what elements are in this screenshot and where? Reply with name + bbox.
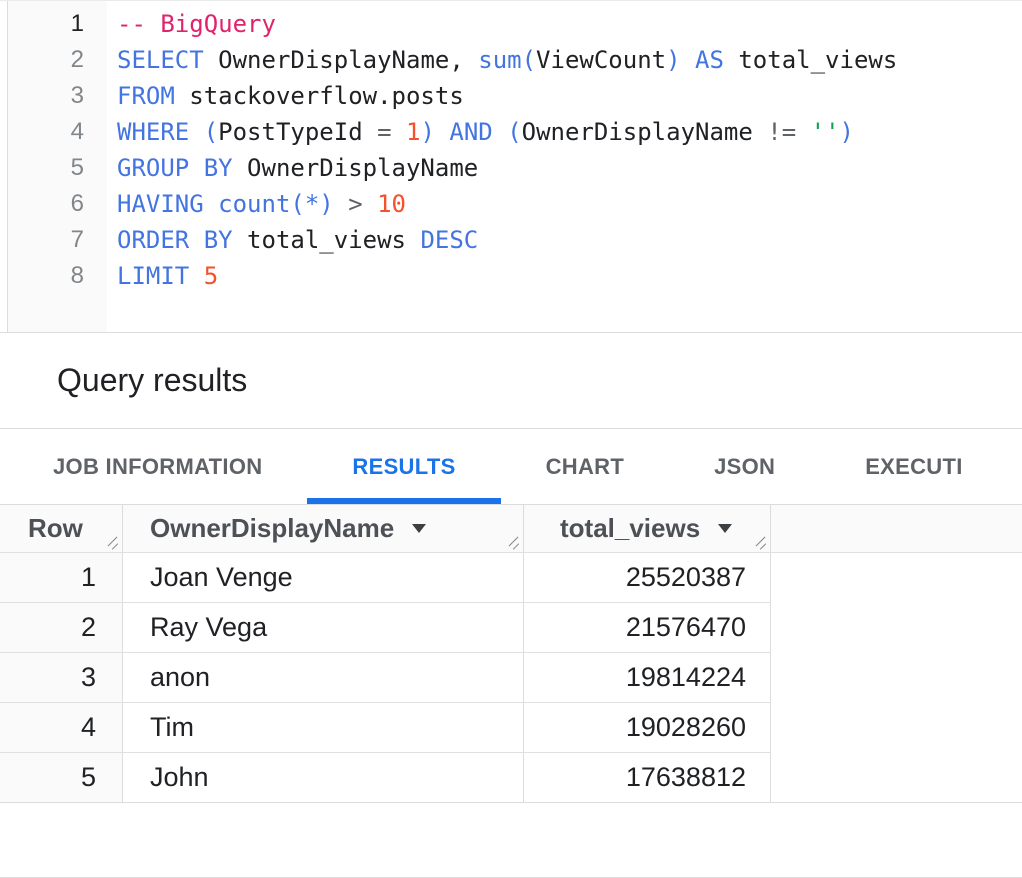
code-line[interactable]: WHERE (PostTypeId = 1) AND (OwnerDisplay… [117, 114, 1022, 150]
table-body: 1Joan Venge255203872Ray Vega215764703ano… [0, 553, 1022, 803]
table-row: 2Ray Vega21576470 [0, 603, 771, 653]
line-number: 8 [8, 258, 107, 294]
line-number: 1 [8, 6, 107, 42]
code-line[interactable]: HAVING count(*) > 10 [117, 186, 1022, 222]
column-label: total_views [560, 513, 700, 544]
active-tab-indicator [307, 498, 500, 504]
column-label: OwnerDisplayName [150, 513, 394, 544]
line-number: 5 [8, 150, 107, 186]
owner-display-name-cell: Tim [123, 703, 524, 752]
column-resize-handle-icon[interactable] [104, 534, 119, 549]
results-empty-area [0, 803, 1022, 877]
row-index-cell: 3 [0, 653, 123, 702]
column-resize-handle-icon[interactable] [752, 534, 767, 549]
tab-chart[interactable]: CHART [501, 429, 670, 504]
owner-display-name-cell: John [123, 753, 524, 802]
table-header: Row OwnerDisplayName total_views [0, 505, 1022, 553]
query-results-header: Query results [0, 333, 1022, 429]
line-number: 2 [8, 42, 107, 78]
column-header-total-views: total_views [524, 505, 771, 552]
code-line[interactable]: SELECT OwnerDisplayName, sum(ViewCount) … [117, 42, 1022, 78]
tab-json[interactable]: JSON [669, 429, 820, 504]
total-views-cell: 17638812 [524, 753, 771, 802]
line-number: 7 [8, 222, 107, 258]
column-dropdown-icon[interactable] [412, 524, 426, 533]
code-line[interactable]: GROUP BY OwnerDisplayName [117, 150, 1022, 186]
tab-results[interactable]: RESULTS [307, 429, 500, 504]
results-tabs: JOB INFORMATION RESULTS CHART JSON EXECUTI [0, 429, 1022, 505]
table-row: 4Tim19028260 [0, 703, 771, 753]
table-row: 1Joan Venge25520387 [0, 553, 771, 603]
column-resize-handle-icon[interactable] [505, 534, 520, 549]
tab-label: JSON [714, 454, 775, 480]
column-dropdown-icon[interactable] [718, 524, 732, 533]
column-label: Row [28, 513, 83, 544]
tab-label: EXECUTI [865, 454, 962, 480]
line-number: 3 [8, 78, 107, 114]
table-row: 3anon19814224 [0, 653, 771, 703]
code-line[interactable]: -- BigQuery [117, 6, 1022, 42]
column-header-ownerdisplayname: OwnerDisplayName [123, 505, 524, 552]
tab-label: RESULTS [352, 454, 455, 480]
total-views-cell: 19028260 [524, 703, 771, 752]
table-header-filler [771, 505, 1022, 552]
editor-code[interactable]: -- BigQuerySELECT OwnerDisplayName, sum(… [107, 1, 1022, 332]
row-index-cell: 2 [0, 603, 123, 652]
tab-label: CHART [546, 454, 625, 480]
total-views-cell: 21576470 [524, 603, 771, 652]
owner-display-name-cell: Joan Venge [123, 553, 524, 602]
line-number: 6 [8, 186, 107, 222]
editor-left-edge [0, 1, 8, 332]
total-views-cell: 25520387 [524, 553, 771, 602]
query-results-title: Query results [57, 362, 247, 399]
bigquery-results-panel: 12345678 -- BigQuerySELECT OwnerDisplayN… [0, 0, 1022, 878]
table-row: 5John17638812 [0, 753, 771, 802]
code-line[interactable]: FROM stackoverflow.posts [117, 78, 1022, 114]
row-index-cell: 1 [0, 553, 123, 602]
total-views-cell: 19814224 [524, 653, 771, 702]
tab-execution-details[interactable]: EXECUTI [820, 429, 1007, 504]
owner-display-name-cell: anon [123, 653, 524, 702]
row-index-cell: 4 [0, 703, 123, 752]
sql-editor[interactable]: 12345678 -- BigQuerySELECT OwnerDisplayN… [0, 1, 1022, 333]
code-line[interactable]: ORDER BY total_views DESC [117, 222, 1022, 258]
tab-job-information[interactable]: JOB INFORMATION [8, 429, 307, 504]
line-number: 4 [8, 114, 107, 150]
column-header-row: Row [0, 505, 123, 552]
owner-display-name-cell: Ray Vega [123, 603, 524, 652]
editor-gutter: 12345678 [8, 1, 107, 332]
code-line[interactable]: LIMIT 5 [117, 258, 1022, 294]
row-index-cell: 5 [0, 753, 123, 802]
tab-label: JOB INFORMATION [53, 454, 262, 480]
